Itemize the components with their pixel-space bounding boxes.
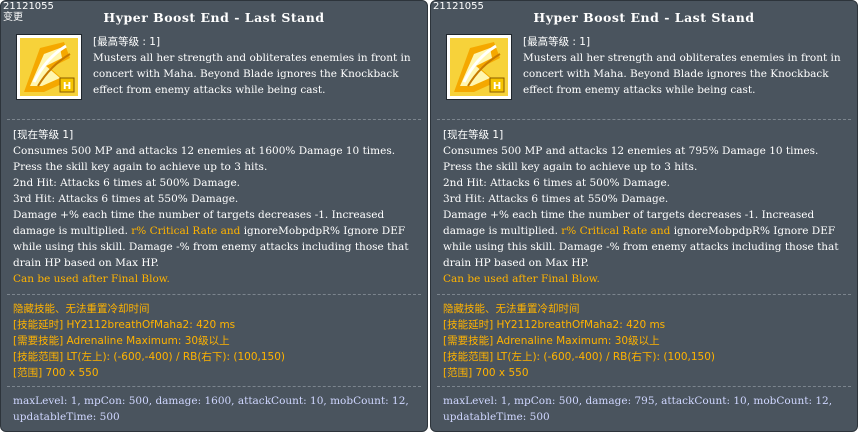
skill-description: Musters all her strength and obliterates… [523, 52, 841, 96]
level-details: [现在等级 1] Consumes 500 MP and attacks 12 … [443, 127, 849, 287]
divider [7, 119, 421, 120]
current-level: [现在等级 1] [13, 129, 74, 141]
detail-extra-highlight: r% Critical Rate and [561, 225, 674, 237]
usage-note: Can be used after Final Blow. [443, 273, 600, 285]
svg-text:H: H [63, 81, 71, 92]
detail-line: 2nd Hit: Attacks 6 times at 500% Damage. [443, 177, 671, 189]
hidden-info-line: 隐藏技能、无法重置冷却时间 [443, 303, 580, 315]
hidden-info-line: [技能延时] HY2112breathOfMaha2: 420 ms [13, 319, 236, 331]
skill-icon-art: H [450, 38, 508, 96]
detail-extra-highlight: r% Critical Rate and [131, 225, 244, 237]
raw-stats: maxLevel: 1, mpCon: 500, damage: 795, at… [443, 395, 833, 423]
raw-stats: maxLevel: 1, mpCon: 500, damage: 1600, a… [13, 395, 409, 423]
detail-line: 3rd Hit: Attacks 6 times at 550% Damage. [13, 193, 239, 205]
skill-description-block: [最高等级 : 1] Musters all her strength and … [523, 34, 847, 98]
max-level: [最高等级 : 1] [523, 36, 591, 48]
skill-title: Hyper Boost End - Last Stand [533, 10, 755, 25]
skill-icon: H [16, 34, 82, 100]
detail-extra: Damage +% each time the number of target… [13, 207, 419, 271]
hidden-info-line: 隐藏技能、无法重置冷却时间 [13, 303, 150, 315]
detail-line: Consumes 500 MP and attacks 12 enemies a… [13, 145, 396, 157]
current-level: [现在等级 1] [443, 129, 504, 141]
usage-note: Can be used after Final Blow. [13, 273, 170, 285]
hidden-info-line: [需要技能] Adrenaline Maximum: 30级以上 [443, 335, 660, 347]
hidden-info-line: [范围] 700 x 550 [13, 367, 99, 379]
divider [7, 294, 421, 295]
hidden-info-line: [技能范围] LT(左上): (-600,-400) / RB(右下): (10… [443, 351, 715, 363]
hidden-info: 隐藏技能、无法重置冷却时间 [技能延时] HY2112breathOfMaha2… [443, 301, 849, 381]
hidden-info-line: [技能范围] LT(左上): (-600,-400) / RB(右下): (10… [13, 351, 285, 363]
detail-line: 3rd Hit: Attacks 6 times at 550% Damage. [443, 193, 669, 205]
skill-icon: H [446, 34, 512, 100]
svg-text:H: H [493, 81, 501, 92]
divider [437, 119, 851, 120]
detail-line: 2nd Hit: Attacks 6 times at 500% Damage. [13, 177, 241, 189]
level-details: [现在等级 1] Consumes 500 MP and attacks 12 … [13, 127, 419, 287]
detail-line: Press the skill key again to achieve up … [443, 161, 698, 173]
divider [437, 386, 851, 387]
skill-tooltip-left: 21121055 变更 Hyper Boost End - Last Stand… [0, 0, 428, 432]
max-level: [最高等级 : 1] [93, 36, 161, 48]
detail-line: Consumes 500 MP and attacks 12 enemies a… [443, 145, 819, 157]
skill-title: Hyper Boost End - Last Stand [103, 10, 325, 25]
hidden-info-line: [技能延时] HY2112breathOfMaha2: 420 ms [443, 319, 666, 331]
hidden-info: 隐藏技能、无法重置冷却时间 [技能延时] HY2112breathOfMaha2… [13, 301, 419, 381]
skill-description: Musters all her strength and obliterates… [93, 52, 411, 96]
detail-line: Press the skill key again to achieve up … [13, 161, 268, 173]
detail-extra: Damage +% each time the number of target… [443, 207, 849, 271]
hidden-info-line: [范围] 700 x 550 [443, 367, 529, 379]
hidden-info-line: [需要技能] Adrenaline Maximum: 30级以上 [13, 335, 230, 347]
skill-tooltip-right: 21121055 Hyper Boost End - Last Stand H … [430, 0, 858, 432]
skill-description-block: [最高等级 : 1] Musters all her strength and … [93, 34, 417, 98]
skill-icon-art: H [20, 38, 78, 96]
divider [437, 294, 851, 295]
divider [7, 386, 421, 387]
